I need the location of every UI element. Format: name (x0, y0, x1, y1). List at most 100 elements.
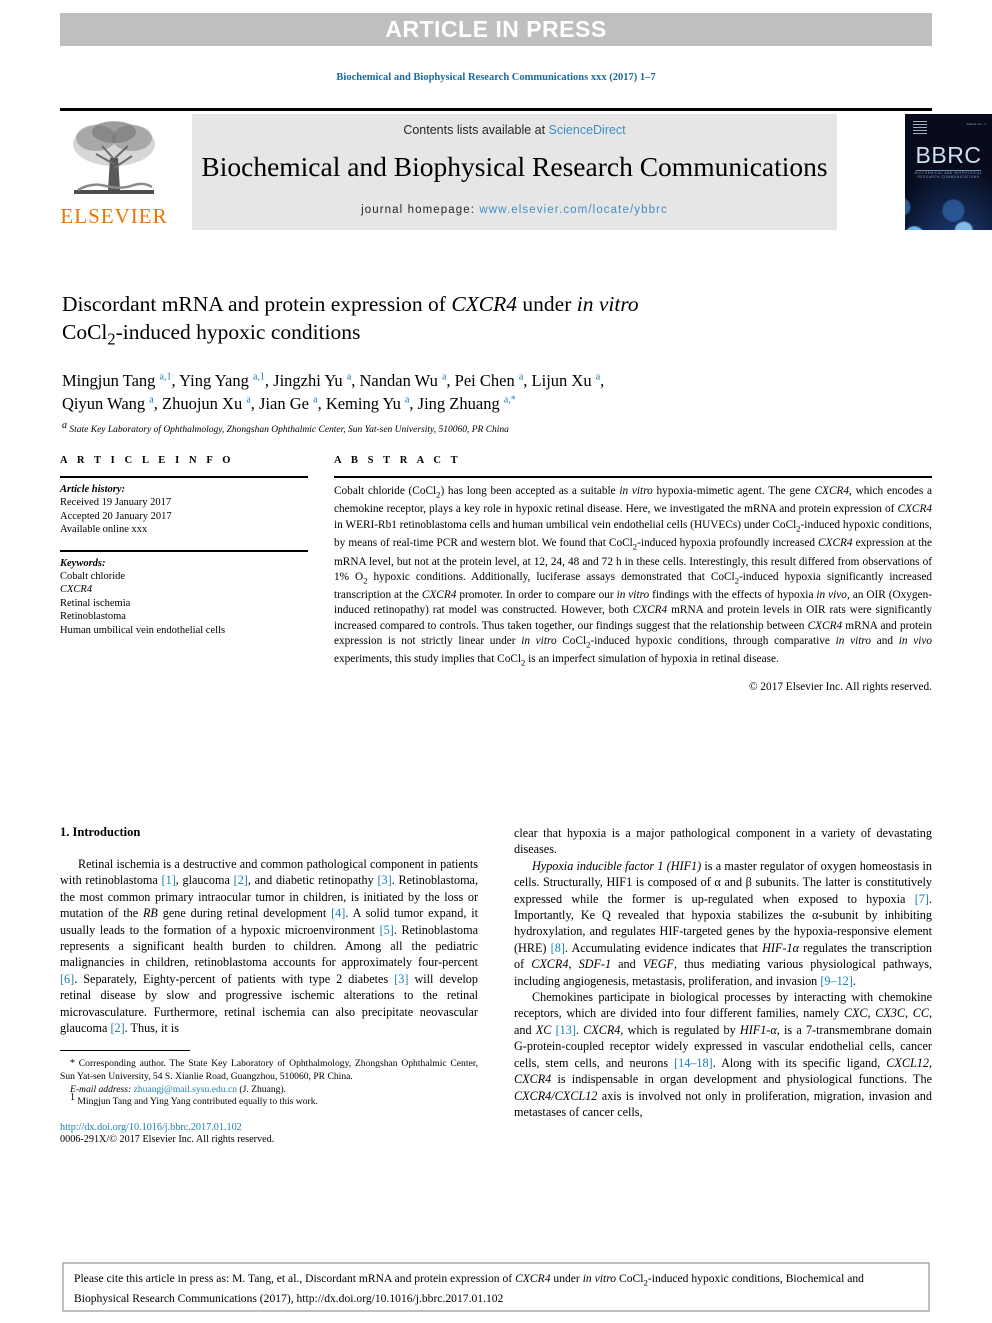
cite-prefix: Please cite this article in press as: M.… (74, 1272, 516, 1285)
article-history-label: Article history: (60, 484, 126, 495)
abstract-column: A B S T R A C T Cobalt chloride (CoCl2) … (334, 455, 932, 693)
page-title: Discordant mRNA and protein expression o… (62, 290, 862, 353)
cover-bokeh-graphic (905, 170, 992, 230)
title-part-3: -induced hypoxic conditions (115, 320, 361, 344)
author[interactable]: Mingjun Tang a,1 (62, 371, 172, 390)
cite-in-vitro: in vitro (582, 1272, 617, 1285)
article-info-column: A R T I C L E I N F O Article history: R… (60, 455, 308, 637)
title-part-2: under (517, 292, 577, 316)
author[interactable]: Pei Chen a (455, 371, 524, 390)
email-link[interactable]: zhuangj@mail.sysu.edu.cn (134, 1084, 237, 1095)
citation-ref[interactable]: [2] (110, 1021, 124, 1035)
masthead-top-rule (60, 108, 932, 111)
author[interactable]: Ying Yang a,1 (179, 371, 265, 390)
abstract-text: Cobalt chloride (CoCl2) has long been ac… (334, 485, 933, 668)
citation-ref[interactable]: [1] (162, 873, 176, 887)
doi-link[interactable]: http://dx.doi.org/10.1016/j.bbrc.2017.01… (60, 1122, 478, 1133)
article-info-heading: A R T I C L E I N F O (60, 455, 235, 466)
cover-subtitle: BIOCHEMICAL AND BIOPHYSICAL RESEARCH COM… (914, 171, 983, 179)
elsevier-wordmark: ELSEVIER (60, 204, 168, 228)
body-paragraph: clear that hypoxia is a major pathologic… (514, 826, 932, 857)
info-rule-top (60, 476, 308, 478)
cover-corner-text: Volume xxx · 1 (966, 122, 986, 126)
title-cocl-subscript: 2 (107, 329, 116, 349)
body-column-left: 1. Introduction Retinal ischemia is a de… (60, 825, 478, 1240)
issn-copyright: 0006-291X/© 2017 Elsevier Inc. All right… (60, 1133, 275, 1145)
citation-ref[interactable]: [6] (60, 972, 74, 986)
title-cocl: CoCl (62, 320, 108, 344)
body-paragraph: Hypoxia inducible factor 1 (HIF1) is a m… (514, 858, 932, 988)
journal-homepage-line: journal homepage: www.elsevier.com/locat… (192, 204, 837, 216)
citation-ref[interactable]: [9–12] (820, 974, 853, 988)
info-rule-mid (60, 549, 308, 552)
cover-wordmark: BBRC (915, 142, 982, 168)
article-in-press-label: ARTICLE IN PRESS (385, 16, 607, 42)
corresponding-author-footnote: * Corresponding author. The State Key La… (60, 1058, 478, 1083)
citation-ref[interactable]: [8] (551, 941, 565, 955)
masthead-center: Contents lists available at ScienceDirec… (192, 114, 837, 230)
title-in-vitro: in vitro (576, 292, 639, 316)
citation-ref[interactable]: [5] (380, 923, 394, 937)
keyword-item: Retinoblastoma (60, 611, 126, 622)
author[interactable]: Jian Ge a (259, 394, 318, 413)
abstract-rule-top (334, 476, 932, 478)
author[interactable]: Qiyun Wang a (62, 394, 154, 413)
cite-cocl: CoCl (616, 1272, 644, 1285)
abstract-copyright: © 2017 Elsevier Inc. All rights reserved… (748, 680, 932, 693)
history-item: Available online xxx (60, 524, 148, 535)
title-gene: CXCR4 (451, 292, 518, 316)
history-item: Received 19 January 2017 (60, 497, 172, 508)
body-columns: 1. Introduction Retinal ischemia is a de… (60, 825, 932, 1240)
citation-ref[interactable]: [3] (394, 972, 408, 986)
contents-lists-line: Contents lists available at ScienceDirec… (192, 123, 837, 137)
body-paragraph: Retinal ischemia is a destructive and co… (60, 857, 479, 1036)
footnote-divider (60, 1050, 190, 1052)
history-item: Accepted 20 January 2017 (60, 510, 172, 522)
keyword-item: Human umbilical vein endothelial cells (60, 624, 226, 636)
journal-title: Biochemical and Biophysical Research Com… (201, 151, 828, 182)
info-abstract-band: A R T I C L E I N F O Article history: R… (60, 455, 932, 795)
homepage-prefix: journal homepage: (361, 204, 480, 216)
citation-ref[interactable]: [2] (234, 873, 248, 887)
equal-contrib-text: Mingjun Tang and Ying Yang contributed e… (75, 1096, 318, 1108)
elsevier-logo: ELSEVIER (60, 114, 168, 230)
sciencedirect-link[interactable]: ScienceDirect (549, 123, 626, 137)
cite-mid: under (550, 1272, 583, 1285)
cite-gene: CXCR4 (515, 1272, 551, 1285)
citation-ref[interactable]: [13] (556, 1023, 576, 1037)
citation-ref[interactable]: [3] (377, 873, 391, 887)
email-label: E-mail address: (70, 1083, 132, 1095)
body-paragraph: Chemokines participate in biological pro… (514, 990, 932, 1119)
keyword-item: Cobalt chloride (60, 570, 126, 582)
author[interactable]: Lijun Xu a (532, 371, 601, 390)
author-list: Mingjun Tang a,1, Ying Yang a,1, Jingzhi… (62, 371, 605, 414)
cover-elsevier-mark-icon (913, 120, 927, 134)
abstract-heading: A B S T R A C T (334, 455, 462, 466)
keyword-item: Retinal ischemia (60, 597, 131, 609)
title-part-1: Discordant mRNA and protein expression o… (62, 292, 452, 316)
journal-cover-thumbnail: Volume xxx · 1 BBRC BIOCHEMICAL AND BIOP… (905, 114, 992, 230)
citation-ref[interactable]: [7] (915, 892, 929, 906)
author[interactable]: Keming Yu a (326, 394, 410, 413)
citation-ref[interactable]: [14–18] (674, 1056, 713, 1070)
author[interactable]: Jing Zhuang a,* (418, 394, 516, 413)
cite-text: Please cite this article in press as: M.… (74, 1271, 918, 1306)
author[interactable]: Zhuojun Xu a (162, 394, 251, 413)
keyword-item: CXCR4 (60, 584, 93, 595)
equal-contribution-footnote: 1 Mingjun Tang and Ying Yang contributed… (60, 1093, 478, 1109)
cite-this-article-box: Please cite this article in press as: M.… (62, 1262, 930, 1312)
author[interactable]: Nandan Wu a (360, 371, 447, 390)
journal-masthead: ELSEVIER Contents lists available at Sci… (60, 108, 992, 230)
contents-prefix: Contents lists available at (403, 123, 549, 137)
title-block: Discordant mRNA and protein expression o… (62, 290, 862, 437)
citation-ref[interactable]: [4] (331, 906, 345, 920)
keywords-label: Keywords: (60, 557, 106, 569)
article-in-press-banner: ARTICLE IN PRESS (60, 13, 932, 46)
running-head: Biochemical and Biophysical Research Com… (336, 72, 656, 83)
affiliation-marker: a (62, 420, 67, 432)
author[interactable]: Jingzhi Yu a (273, 371, 351, 390)
email-footnote: E-mail address: zhuangj@mail.sysu.edu.cn… (60, 1084, 478, 1097)
affiliation: a State Key Laboratory of Ophthalmology,… (62, 421, 862, 437)
body-column-right: clear that hypoxia is a major pathologic… (514, 825, 932, 1240)
homepage-url-link[interactable]: www.elsevier.com/locate/ybbrc (479, 204, 668, 216)
